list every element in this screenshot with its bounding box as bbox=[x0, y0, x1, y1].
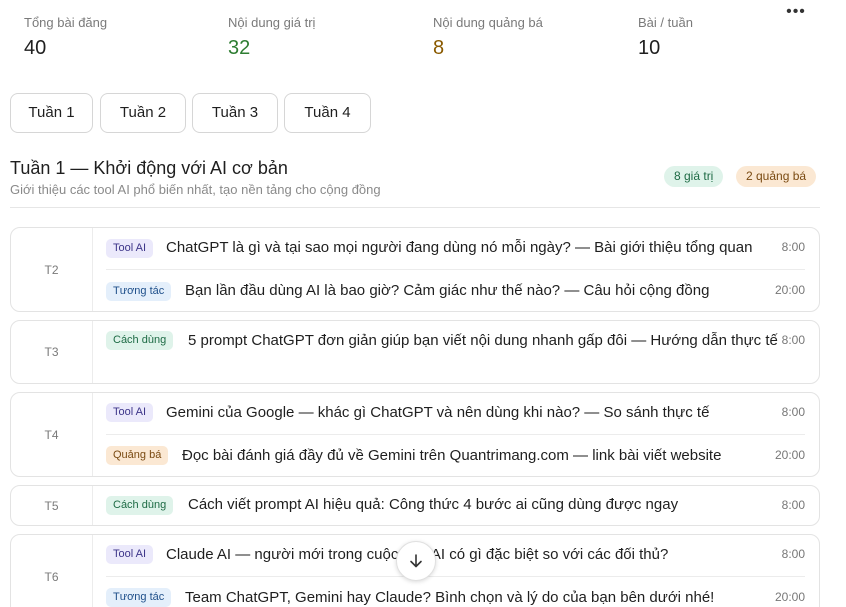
day-card-t5: T5 Cách dùng Cách viết prompt AI hiệu qu… bbox=[10, 485, 820, 526]
day-label: T6 bbox=[11, 535, 93, 607]
post-item[interactable]: Cách dùng Cách viết prompt AI hiệu quả: … bbox=[106, 486, 805, 527]
post-item[interactable]: Tương tác Bạn lần đầu dùng AI là bao giờ… bbox=[106, 270, 805, 313]
category-tag: Tương tác bbox=[106, 282, 172, 301]
day-card-t2: T2 Tool AI ChatGPT là gì và tại sao mọi … bbox=[10, 227, 820, 312]
category-tag: Tool AI bbox=[106, 545, 154, 564]
stats-row: Tổng bài đăng 40 Nội dung giá trị 32 Nội… bbox=[24, 14, 824, 64]
category-tag: Cách dùng bbox=[106, 496, 174, 515]
day-label: T5 bbox=[11, 486, 93, 525]
tab-week-1[interactable]: Tuần 1 bbox=[10, 93, 93, 133]
post-text: Bạn lần đầu dùng AI là bao giờ? Cảm giác… bbox=[185, 282, 710, 299]
stat-total-posts: Tổng bài đăng 40 bbox=[24, 14, 107, 62]
post-text: Đọc bài đánh giá đầy đủ về Gemini trên Q… bbox=[182, 447, 722, 464]
category-tag: Cách dùng bbox=[106, 331, 174, 350]
stat-value: 10 bbox=[638, 37, 661, 59]
value-count-badge: 8 giá trị bbox=[664, 166, 724, 187]
post-item[interactable]: Tool AI Gemini của Google — khác gì Chat… bbox=[106, 393, 805, 435]
category-tag: Quảng bá bbox=[106, 446, 169, 465]
post-time: 8:00 bbox=[781, 547, 805, 561]
stat-posts-per-week: Bài / tuần 10 bbox=[638, 14, 693, 62]
post-item[interactable]: Cách dùng 5 prompt ChatGPT đơn giản giúp… bbox=[106, 321, 805, 385]
post-time: 20:00 bbox=[774, 590, 805, 604]
category-tag: Tool AI bbox=[106, 403, 154, 422]
stat-value: 8 bbox=[433, 37, 445, 59]
stat-value-content: Nội dung giá trị 32 bbox=[228, 14, 315, 62]
day-label: T3 bbox=[11, 321, 93, 383]
stat-value: 32 bbox=[228, 37, 251, 59]
post-time: 20:00 bbox=[774, 448, 805, 462]
week-header: Tuần 1 — Khởi động với AI cơ bản Giới th… bbox=[10, 156, 820, 208]
post-time: 8:00 bbox=[781, 333, 805, 347]
post-text: Team ChatGPT, Gemini hay Claude? Bình ch… bbox=[185, 589, 715, 606]
post-time: 20:00 bbox=[774, 283, 805, 297]
category-tag: Tương tác bbox=[106, 588, 172, 607]
post-item[interactable]: Tool AI Claude AI — người mới trong cuộc… bbox=[106, 535, 805, 577]
day-label: T2 bbox=[11, 228, 93, 311]
post-item[interactable]: Tool AI ChatGPT là gì và tại sao mọi ngư… bbox=[106, 228, 805, 270]
day-card-t3: T3 Cách dùng 5 prompt ChatGPT đơn giản g… bbox=[10, 320, 820, 384]
category-tag: Tool AI bbox=[106, 239, 154, 258]
tab-week-3[interactable]: Tuần 3 bbox=[192, 93, 278, 133]
post-item[interactable]: Quảng bá Đọc bài đánh giá đầy đủ về Gemi… bbox=[106, 435, 805, 478]
arrow-down-icon bbox=[410, 554, 422, 568]
stat-label: Nội dung quảng bá bbox=[433, 15, 543, 30]
post-item[interactable]: Tương tác Team ChatGPT, Gemini hay Claud… bbox=[106, 577, 805, 607]
day-card-t4: T4 Tool AI Gemini của Google — khác gì C… bbox=[10, 392, 820, 477]
post-time: 8:00 bbox=[781, 405, 805, 419]
post-text: 5 prompt ChatGPT đơn giản giúp bạn viết … bbox=[188, 332, 778, 349]
stat-label: Tổng bài đăng bbox=[24, 15, 108, 30]
tab-week-4[interactable]: Tuần 4 bbox=[284, 93, 371, 133]
scroll-down-button[interactable] bbox=[396, 541, 436, 581]
post-text: ChatGPT là gì và tại sao mọi người đang … bbox=[166, 239, 753, 256]
post-time: 8:00 bbox=[781, 240, 805, 254]
post-text: Cách viết prompt AI hiệu quả: Công thức … bbox=[188, 496, 679, 513]
stat-label: Bài / tuần bbox=[638, 15, 693, 30]
stat-value: 40 bbox=[24, 37, 47, 59]
day-label: T4 bbox=[11, 393, 93, 476]
post-text: Gemini của Google — khác gì ChatGPT và n… bbox=[166, 404, 710, 421]
tab-week-2[interactable]: Tuần 2 bbox=[100, 93, 186, 133]
stat-label: Nội dung giá trị bbox=[228, 15, 316, 30]
post-time: 8:00 bbox=[781, 498, 805, 512]
stat-promo-content: Nội dung quảng bá 8 bbox=[433, 14, 543, 62]
promo-count-badge: 2 quảng bá bbox=[736, 166, 817, 187]
